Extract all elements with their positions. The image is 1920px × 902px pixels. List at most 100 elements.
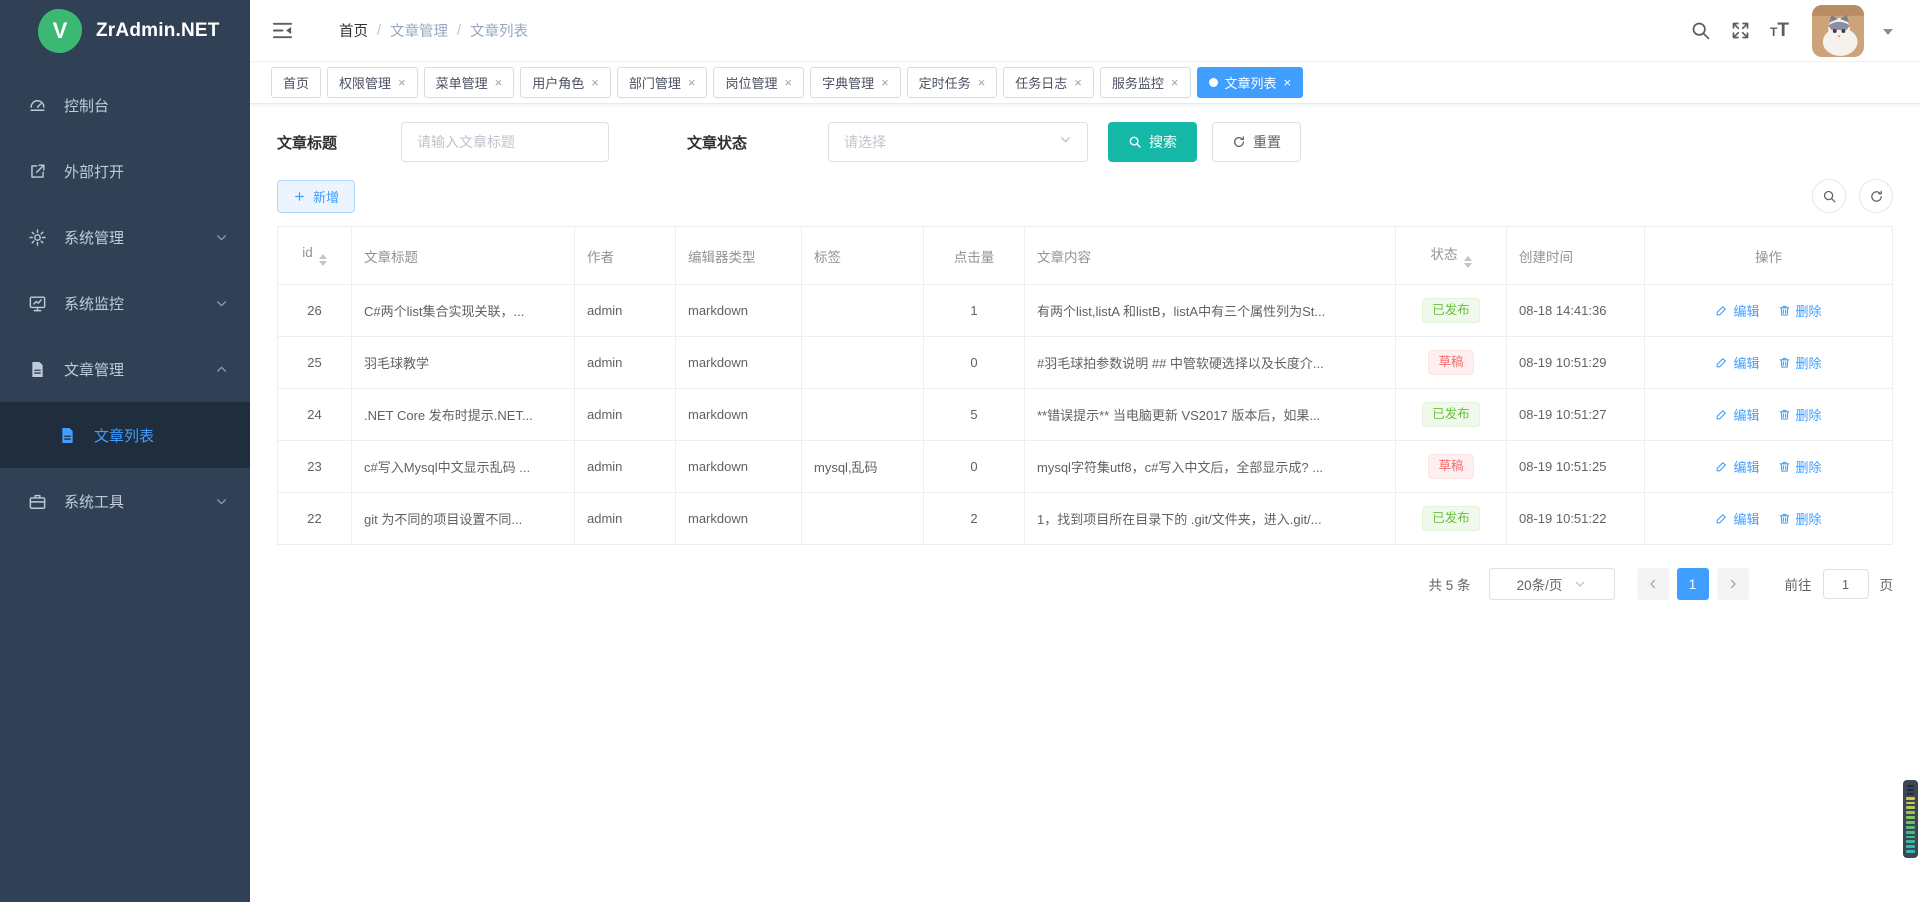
article-status-select[interactable]: 请选择 bbox=[828, 122, 1088, 162]
tab-menu-manage[interactable]: 菜单管理 × bbox=[424, 67, 515, 98]
tab-post-manage[interactable]: 岗位管理 × bbox=[713, 67, 804, 98]
monitor-icon bbox=[27, 293, 47, 313]
tab-user-role[interactable]: 用户角色 × bbox=[520, 67, 611, 98]
tab-service-monitor[interactable]: 服务监控 × bbox=[1100, 67, 1191, 98]
search-icon[interactable] bbox=[1690, 20, 1711, 41]
col-header-status[interactable]: 状态 bbox=[1396, 227, 1507, 285]
cell-content: #羽毛球拍参数说明 ## 中管软硬选择以及长度介... bbox=[1025, 337, 1396, 389]
close-icon[interactable]: × bbox=[688, 76, 696, 89]
tab-label: 岗位管理 bbox=[725, 73, 777, 92]
cell-id: 22 bbox=[278, 493, 352, 545]
close-icon[interactable]: × bbox=[398, 76, 406, 89]
status-badge: 已发布 bbox=[1422, 298, 1480, 323]
cell-status: 草稿 bbox=[1396, 337, 1507, 389]
col-header-author: 作者 bbox=[575, 227, 676, 285]
col-header-operations: 操作 bbox=[1645, 227, 1893, 285]
tab-cron-task[interactable]: 定时任务 × bbox=[907, 67, 998, 98]
close-icon[interactable]: × bbox=[1284, 76, 1292, 89]
delete-button[interactable]: 删除 bbox=[1778, 405, 1822, 424]
sidebar-item-label: 控制台 bbox=[64, 95, 109, 116]
fullscreen-icon[interactable] bbox=[1730, 20, 1751, 41]
cell-created: 08-19 10:51:25 bbox=[1507, 441, 1645, 493]
chevron-up-icon bbox=[215, 363, 228, 376]
cell-clicks: 5 bbox=[924, 389, 1025, 441]
close-icon[interactable]: × bbox=[1074, 76, 1082, 89]
tab-dict-manage[interactable]: 字典管理 × bbox=[810, 67, 901, 98]
delete-button[interactable]: 删除 bbox=[1778, 353, 1822, 372]
sidebar-item-system-monitor[interactable]: 系统监控 bbox=[0, 270, 250, 336]
user-avatar[interactable] bbox=[1812, 5, 1864, 57]
tab-article-list[interactable]: 文章列表 × bbox=[1197, 67, 1304, 98]
breadcrumb-home[interactable]: 首页 bbox=[339, 20, 368, 41]
delete-button[interactable]: 删除 bbox=[1778, 301, 1822, 320]
tab-label: 部门管理 bbox=[629, 73, 681, 92]
cell-author: admin bbox=[575, 285, 676, 337]
reset-button[interactable]: 重置 bbox=[1212, 122, 1301, 162]
goto-page-input[interactable] bbox=[1823, 569, 1869, 599]
close-icon[interactable]: × bbox=[495, 76, 503, 89]
tab-task-log[interactable]: 任务日志 × bbox=[1003, 67, 1094, 98]
edit-button[interactable]: 编辑 bbox=[1715, 301, 1759, 320]
edit-button[interactable]: 编辑 bbox=[1715, 405, 1759, 424]
edit-button[interactable]: 编辑 bbox=[1715, 509, 1759, 528]
toggle-search-button[interactable] bbox=[1812, 179, 1846, 213]
sidebar-item-article-list[interactable]: 文章列表 bbox=[0, 402, 250, 468]
add-button[interactable]: 新增 bbox=[277, 180, 355, 213]
article-title-input[interactable] bbox=[401, 122, 609, 162]
next-page-button[interactable] bbox=[1717, 568, 1749, 600]
search-button[interactable]: 搜索 bbox=[1108, 122, 1197, 162]
edit-button[interactable]: 编辑 bbox=[1715, 457, 1759, 476]
document-icon bbox=[57, 425, 77, 445]
logo-letter: V bbox=[53, 18, 68, 44]
cell-tags bbox=[802, 493, 924, 545]
app-logo[interactable]: V ZrAdmin.NET bbox=[0, 0, 250, 62]
page-size-select[interactable]: 20条/页 bbox=[1489, 568, 1615, 600]
page-size-value: 20条/页 bbox=[1517, 574, 1563, 594]
delete-button[interactable]: 删除 bbox=[1778, 457, 1822, 476]
sidebar-item-external-open[interactable]: 外部打开 bbox=[0, 138, 250, 204]
collapse-menu-icon[interactable] bbox=[271, 19, 295, 43]
cell-editor: markdown bbox=[676, 493, 802, 545]
sidebar-item-system-tools[interactable]: 系统工具 bbox=[0, 468, 250, 534]
pagination-total: 共 5 条 bbox=[1428, 574, 1470, 594]
delete-button[interactable]: 删除 bbox=[1778, 509, 1822, 528]
app-title: ZrAdmin.NET bbox=[96, 20, 220, 42]
tab-permission[interactable]: 权限管理 × bbox=[327, 67, 418, 98]
sidebar-item-system-manage[interactable]: 系统管理 bbox=[0, 204, 250, 270]
article-title-label: 文章标题 bbox=[277, 132, 401, 153]
sort-icon[interactable] bbox=[319, 254, 327, 266]
refresh-button[interactable] bbox=[1859, 179, 1893, 213]
edit-button[interactable]: 编辑 bbox=[1715, 353, 1759, 372]
sidebar-item-label: 系统监控 bbox=[64, 293, 124, 314]
tab-home[interactable]: 首页 bbox=[271, 67, 321, 98]
tab-department[interactable]: 部门管理 × bbox=[617, 67, 708, 98]
cell-id: 23 bbox=[278, 441, 352, 493]
font-size-icon[interactable]: TT bbox=[1770, 20, 1789, 42]
prev-page-button[interactable] bbox=[1637, 568, 1669, 600]
close-icon[interactable]: × bbox=[591, 76, 599, 89]
goto-label: 前往 bbox=[1785, 574, 1812, 594]
close-icon[interactable]: × bbox=[1171, 76, 1179, 89]
cell-editor: markdown bbox=[676, 389, 802, 441]
sidebar-item-article-manage[interactable]: 文章管理 bbox=[0, 336, 250, 402]
cell-clicks: 1 bbox=[924, 285, 1025, 337]
close-icon[interactable]: × bbox=[784, 76, 792, 89]
scroll-meter-widget[interactable] bbox=[1903, 780, 1918, 858]
close-icon[interactable]: × bbox=[881, 76, 889, 89]
sidebar-item-dashboard[interactable]: 控制台 bbox=[0, 72, 250, 138]
article-table: id 文章标题 作者 编辑器类型 标签 点击量 文章内容 状态 创建时间 操作 bbox=[277, 226, 1893, 545]
goto-unit: 页 bbox=[1880, 574, 1894, 594]
document-icon bbox=[27, 359, 47, 379]
page-number-button[interactable]: 1 bbox=[1677, 568, 1709, 600]
cell-status: 已发布 bbox=[1396, 285, 1507, 337]
close-icon[interactable]: × bbox=[978, 76, 986, 89]
sort-icon[interactable] bbox=[1464, 256, 1472, 268]
tab-label: 字典管理 bbox=[822, 73, 874, 92]
reset-button-label: 重置 bbox=[1253, 132, 1281, 152]
cell-operations: 编辑删除 bbox=[1645, 441, 1893, 493]
col-header-id[interactable]: id bbox=[278, 227, 352, 285]
cell-operations: 编辑删除 bbox=[1645, 389, 1893, 441]
caret-down-icon[interactable] bbox=[1883, 29, 1893, 40]
chevron-left-icon bbox=[1646, 577, 1660, 591]
cell-created: 08-18 14:41:36 bbox=[1507, 285, 1645, 337]
